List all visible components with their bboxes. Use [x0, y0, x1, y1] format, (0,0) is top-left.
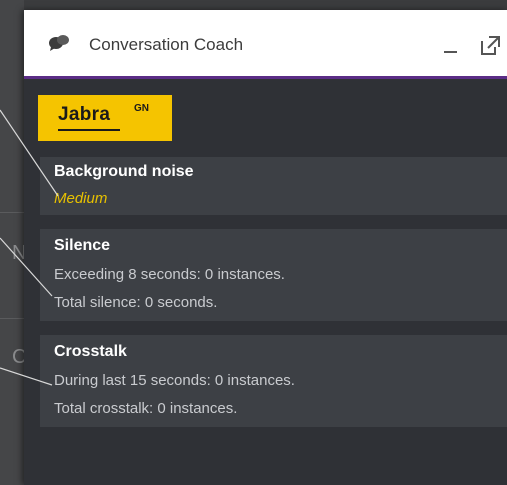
logo-superscript: GN [134, 103, 149, 114]
background-noise-value: Medium [54, 190, 108, 207]
crosstalk-card: Crosstalk During last 15 seconds: 0 inst… [40, 335, 507, 427]
silence-title: Silence [54, 237, 111, 254]
crosstalk-title: Crosstalk [54, 343, 127, 360]
coach-panel: Jabra GN Background noise Medium Silence… [24, 79, 507, 485]
background-divider [0, 212, 24, 213]
logo-brand: Jabra [58, 104, 111, 125]
title-bar: Conversation Coach [24, 10, 507, 79]
chat-bubbles-icon [49, 35, 69, 51]
silence-total-text: Total silence: 0 seconds. [54, 294, 218, 311]
window-title: Conversation Coach [89, 35, 244, 54]
logo-underline [58, 129, 120, 131]
crosstalk-recent-text: During last 15 seconds: 0 instances. [54, 372, 295, 389]
jabra-logo: Jabra GN [38, 95, 172, 141]
minimize-button[interactable] [440, 34, 462, 56]
crosstalk-total-text: Total crosstalk: 0 instances. [54, 400, 238, 417]
background-divider [0, 318, 24, 319]
silence-card: Silence Exceeding 8 seconds: 0 instances… [40, 229, 507, 321]
background-noise-title: Background noise [54, 163, 194, 180]
background-noise-card: Background noise Medium [40, 157, 507, 215]
conversation-coach-window: Conversation Coach Jabra GN Background n… [24, 10, 507, 485]
silence-exceeding-text: Exceeding 8 seconds: 0 instances. [54, 266, 285, 283]
popout-icon[interactable] [478, 34, 502, 58]
